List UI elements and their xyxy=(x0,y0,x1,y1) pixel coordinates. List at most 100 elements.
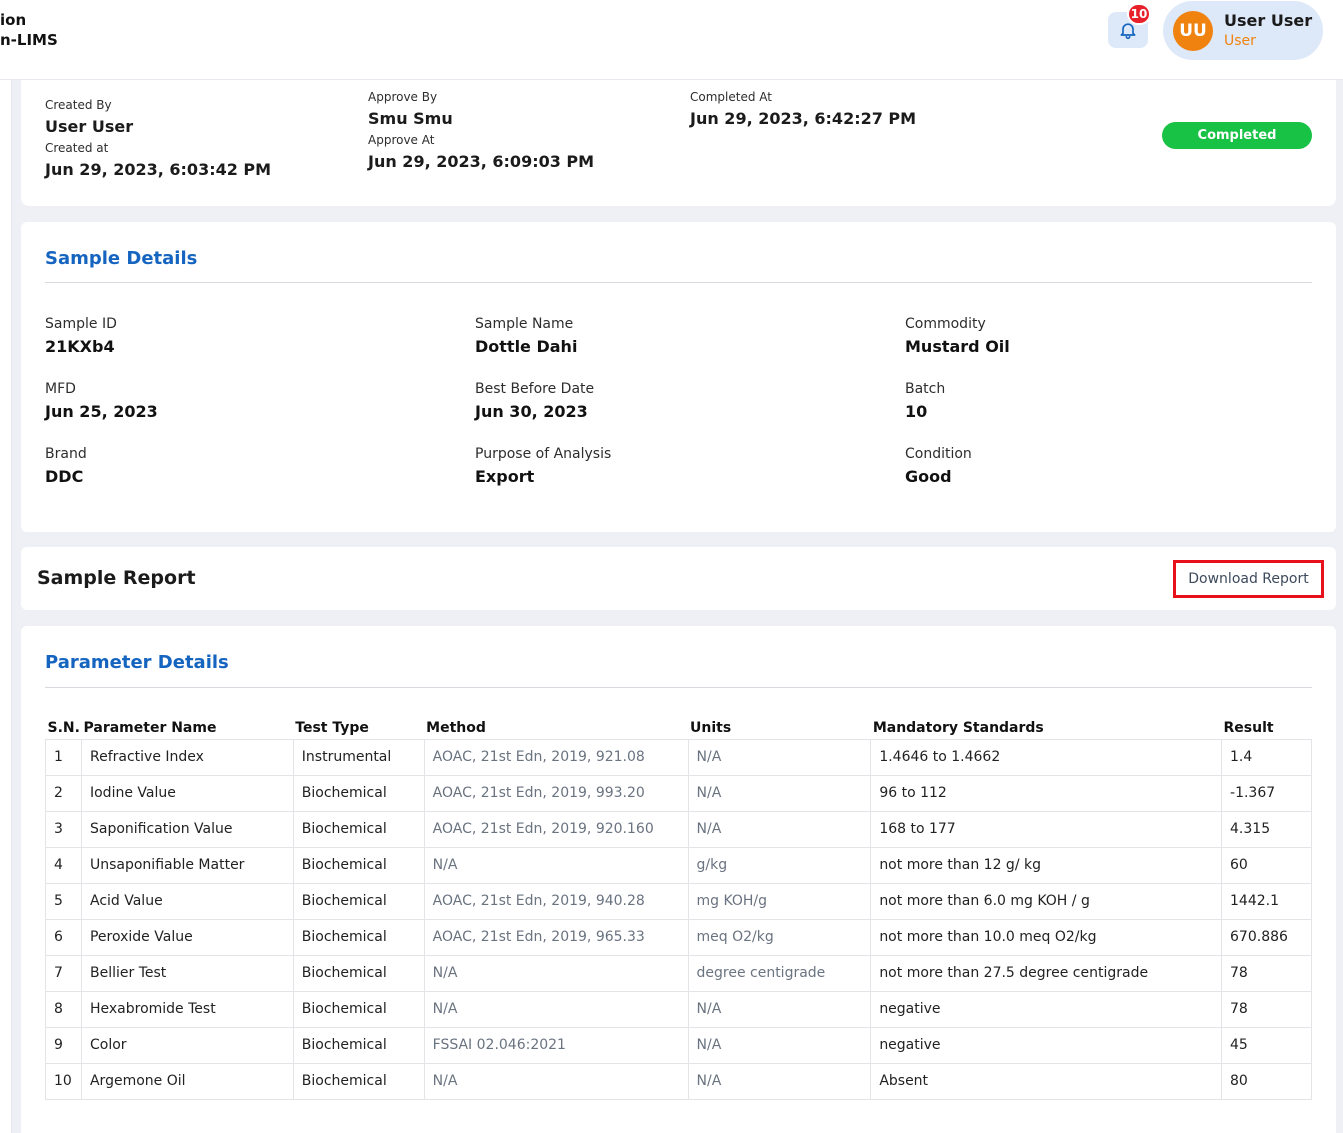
cell-parameter: Iodine Value xyxy=(80,774,294,812)
approve-by-value: Smu Smu xyxy=(368,109,453,128)
sample-id-label: Sample ID xyxy=(45,316,117,332)
notification-count-badge: 10 xyxy=(1127,3,1151,25)
cell-result: 45 xyxy=(1221,1026,1312,1064)
cell-units: N/A xyxy=(687,810,872,848)
column-header[interactable]: Result xyxy=(1221,717,1312,740)
column-header[interactable]: Test Type xyxy=(293,717,425,740)
cell-method: AOAC, 21st Edn, 2019, 993.20 xyxy=(423,774,689,812)
cell-method: N/A xyxy=(423,846,689,884)
created-by-label: Created By xyxy=(45,98,112,112)
cell-standard: not more than 27.5 degree centigrade xyxy=(870,954,1223,992)
cell-test-type: Biochemical xyxy=(292,954,425,992)
cell-test-type: Biochemical xyxy=(292,990,425,1028)
cell-sn: 8 xyxy=(45,990,82,1028)
user-menu[interactable]: UU User User User xyxy=(1163,1,1323,60)
table-row: 10 Argemone Oil Biochemical N/A N/A Abse… xyxy=(45,1062,1312,1100)
sample-report-title: Sample Report xyxy=(37,567,196,589)
parameter-details-card: Parameter Details S.N. Parameter Name Te… xyxy=(21,626,1336,1133)
table-row: 7 Bellier Test Biochemical N/A degree ce… xyxy=(45,954,1312,992)
sample-id-value: 21KXb4 xyxy=(45,337,115,356)
cell-units: degree centigrade xyxy=(687,954,872,992)
cell-sn: 3 xyxy=(45,810,82,848)
column-header[interactable]: Parameter Name xyxy=(81,717,294,740)
condition-label: Condition xyxy=(905,446,972,462)
user-role: User xyxy=(1224,33,1256,49)
cell-sn: 2 xyxy=(45,774,82,812)
divider xyxy=(45,687,1312,688)
cell-standard: not more than 10.0 meq O2/kg xyxy=(870,918,1223,956)
best-before-label: Best Before Date xyxy=(475,381,595,397)
mfd-value: Jun 25, 2023 xyxy=(45,402,158,421)
cell-result: 78 xyxy=(1221,954,1312,992)
cell-method: N/A xyxy=(423,990,689,1028)
column-header[interactable]: Mandatory Standards xyxy=(870,717,1222,740)
batch-label: Batch xyxy=(905,381,946,397)
column-header[interactable]: Method xyxy=(424,717,688,740)
cell-test-type: Biochemical xyxy=(292,882,425,920)
cell-parameter: Color xyxy=(80,1026,294,1064)
parameter-details-title: Parameter Details xyxy=(45,652,229,673)
cell-result: 4.315 xyxy=(1221,810,1312,848)
purpose-label: Purpose of Analysis xyxy=(475,446,612,462)
cell-standard: negative xyxy=(870,990,1223,1028)
best-before-value: Jun 30, 2023 xyxy=(475,402,588,421)
table-row: 4 Unsaponifiable Matter Biochemical N/A … xyxy=(45,846,1312,884)
completed-at-label: Completed At xyxy=(690,90,772,104)
cell-parameter: Unsaponifiable Matter xyxy=(80,846,294,884)
brand-label: Brand xyxy=(45,446,87,462)
brand-value: DDC xyxy=(45,467,84,486)
sample-details-title: Sample Details xyxy=(45,248,198,269)
sample-name-value: Dottle Dahi xyxy=(475,337,578,356)
purpose-value: Export xyxy=(475,467,535,486)
cell-result: 1442.1 xyxy=(1221,882,1312,920)
brand-line-2: n-LIMS xyxy=(0,31,58,49)
app-brand[interactable]: ion n-LIMS xyxy=(0,10,58,50)
cell-result: -1.367 xyxy=(1221,774,1312,812)
parameter-table: S.N. Parameter Name Test Type Method Uni… xyxy=(45,717,1312,1100)
cell-method: AOAC, 21st Edn, 2019, 965.33 xyxy=(423,918,689,956)
column-header[interactable]: Units xyxy=(688,717,871,740)
cell-method: AOAC, 21st Edn, 2019, 940.28 xyxy=(423,882,689,920)
cell-parameter: Peroxide Value xyxy=(80,918,294,956)
cell-standard: negative xyxy=(870,1026,1223,1064)
cell-test-type: Instrumental xyxy=(292,738,425,776)
cell-test-type: Biochemical xyxy=(292,1026,425,1064)
status-badge: Completed xyxy=(1162,122,1312,149)
cell-standard: not more than 12 g/ kg xyxy=(870,846,1223,884)
commodity-value: Mustard Oil xyxy=(905,337,1010,356)
cell-result: 60 xyxy=(1221,846,1312,884)
commodity-label: Commodity xyxy=(905,316,986,332)
divider xyxy=(45,282,1312,283)
completed-at-value: Jun 29, 2023, 6:42:27 PM xyxy=(690,109,917,128)
cell-result: 670.886 xyxy=(1221,918,1312,956)
table-row: 2 Iodine Value Biochemical AOAC, 21st Ed… xyxy=(45,774,1312,812)
brand-line-1: ion xyxy=(0,11,27,29)
sample-details-card: Sample Details Sample ID 21KXb4 Sample N… xyxy=(21,222,1336,532)
cell-method: N/A xyxy=(423,1062,689,1100)
cell-sn: 5 xyxy=(45,882,82,920)
cell-sn: 4 xyxy=(45,846,82,884)
cell-sn: 1 xyxy=(45,738,82,776)
cell-method: N/A xyxy=(423,954,689,992)
cell-parameter: Argemone Oil xyxy=(80,1062,294,1100)
approve-at-label: Approve At xyxy=(368,133,435,147)
cell-test-type: Biochemical xyxy=(292,774,425,812)
cell-sn: 6 xyxy=(45,918,82,956)
table-row: 6 Peroxide Value Biochemical AOAC, 21st … xyxy=(45,918,1312,956)
cell-test-type: Biochemical xyxy=(292,918,425,956)
created-at-value: Jun 29, 2023, 6:03:42 PM xyxy=(45,160,272,179)
column-header[interactable]: S.N. xyxy=(45,717,82,740)
avatar: UU xyxy=(1173,11,1213,51)
table-row: 1 Refractive Index Instrumental AOAC, 21… xyxy=(45,738,1312,776)
batch-value: 10 xyxy=(905,402,928,421)
cell-sn: 9 xyxy=(45,1026,82,1064)
table-row: 5 Acid Value Biochemical AOAC, 21st Edn,… xyxy=(45,882,1312,920)
cell-standard: 1.4646 to 1.4662 xyxy=(870,738,1223,776)
cell-standard: 96 to 112 xyxy=(870,774,1223,812)
top-header: ion n-LIMS 10 UU User User User xyxy=(0,0,1343,80)
cell-parameter: Hexabromide Test xyxy=(80,990,294,1028)
download-report-button[interactable]: Download Report xyxy=(1173,560,1324,598)
approve-at-value: Jun 29, 2023, 6:09:03 PM xyxy=(368,152,595,171)
sidebar-edge xyxy=(0,0,12,1133)
cell-units: meq O2/kg xyxy=(687,918,872,956)
